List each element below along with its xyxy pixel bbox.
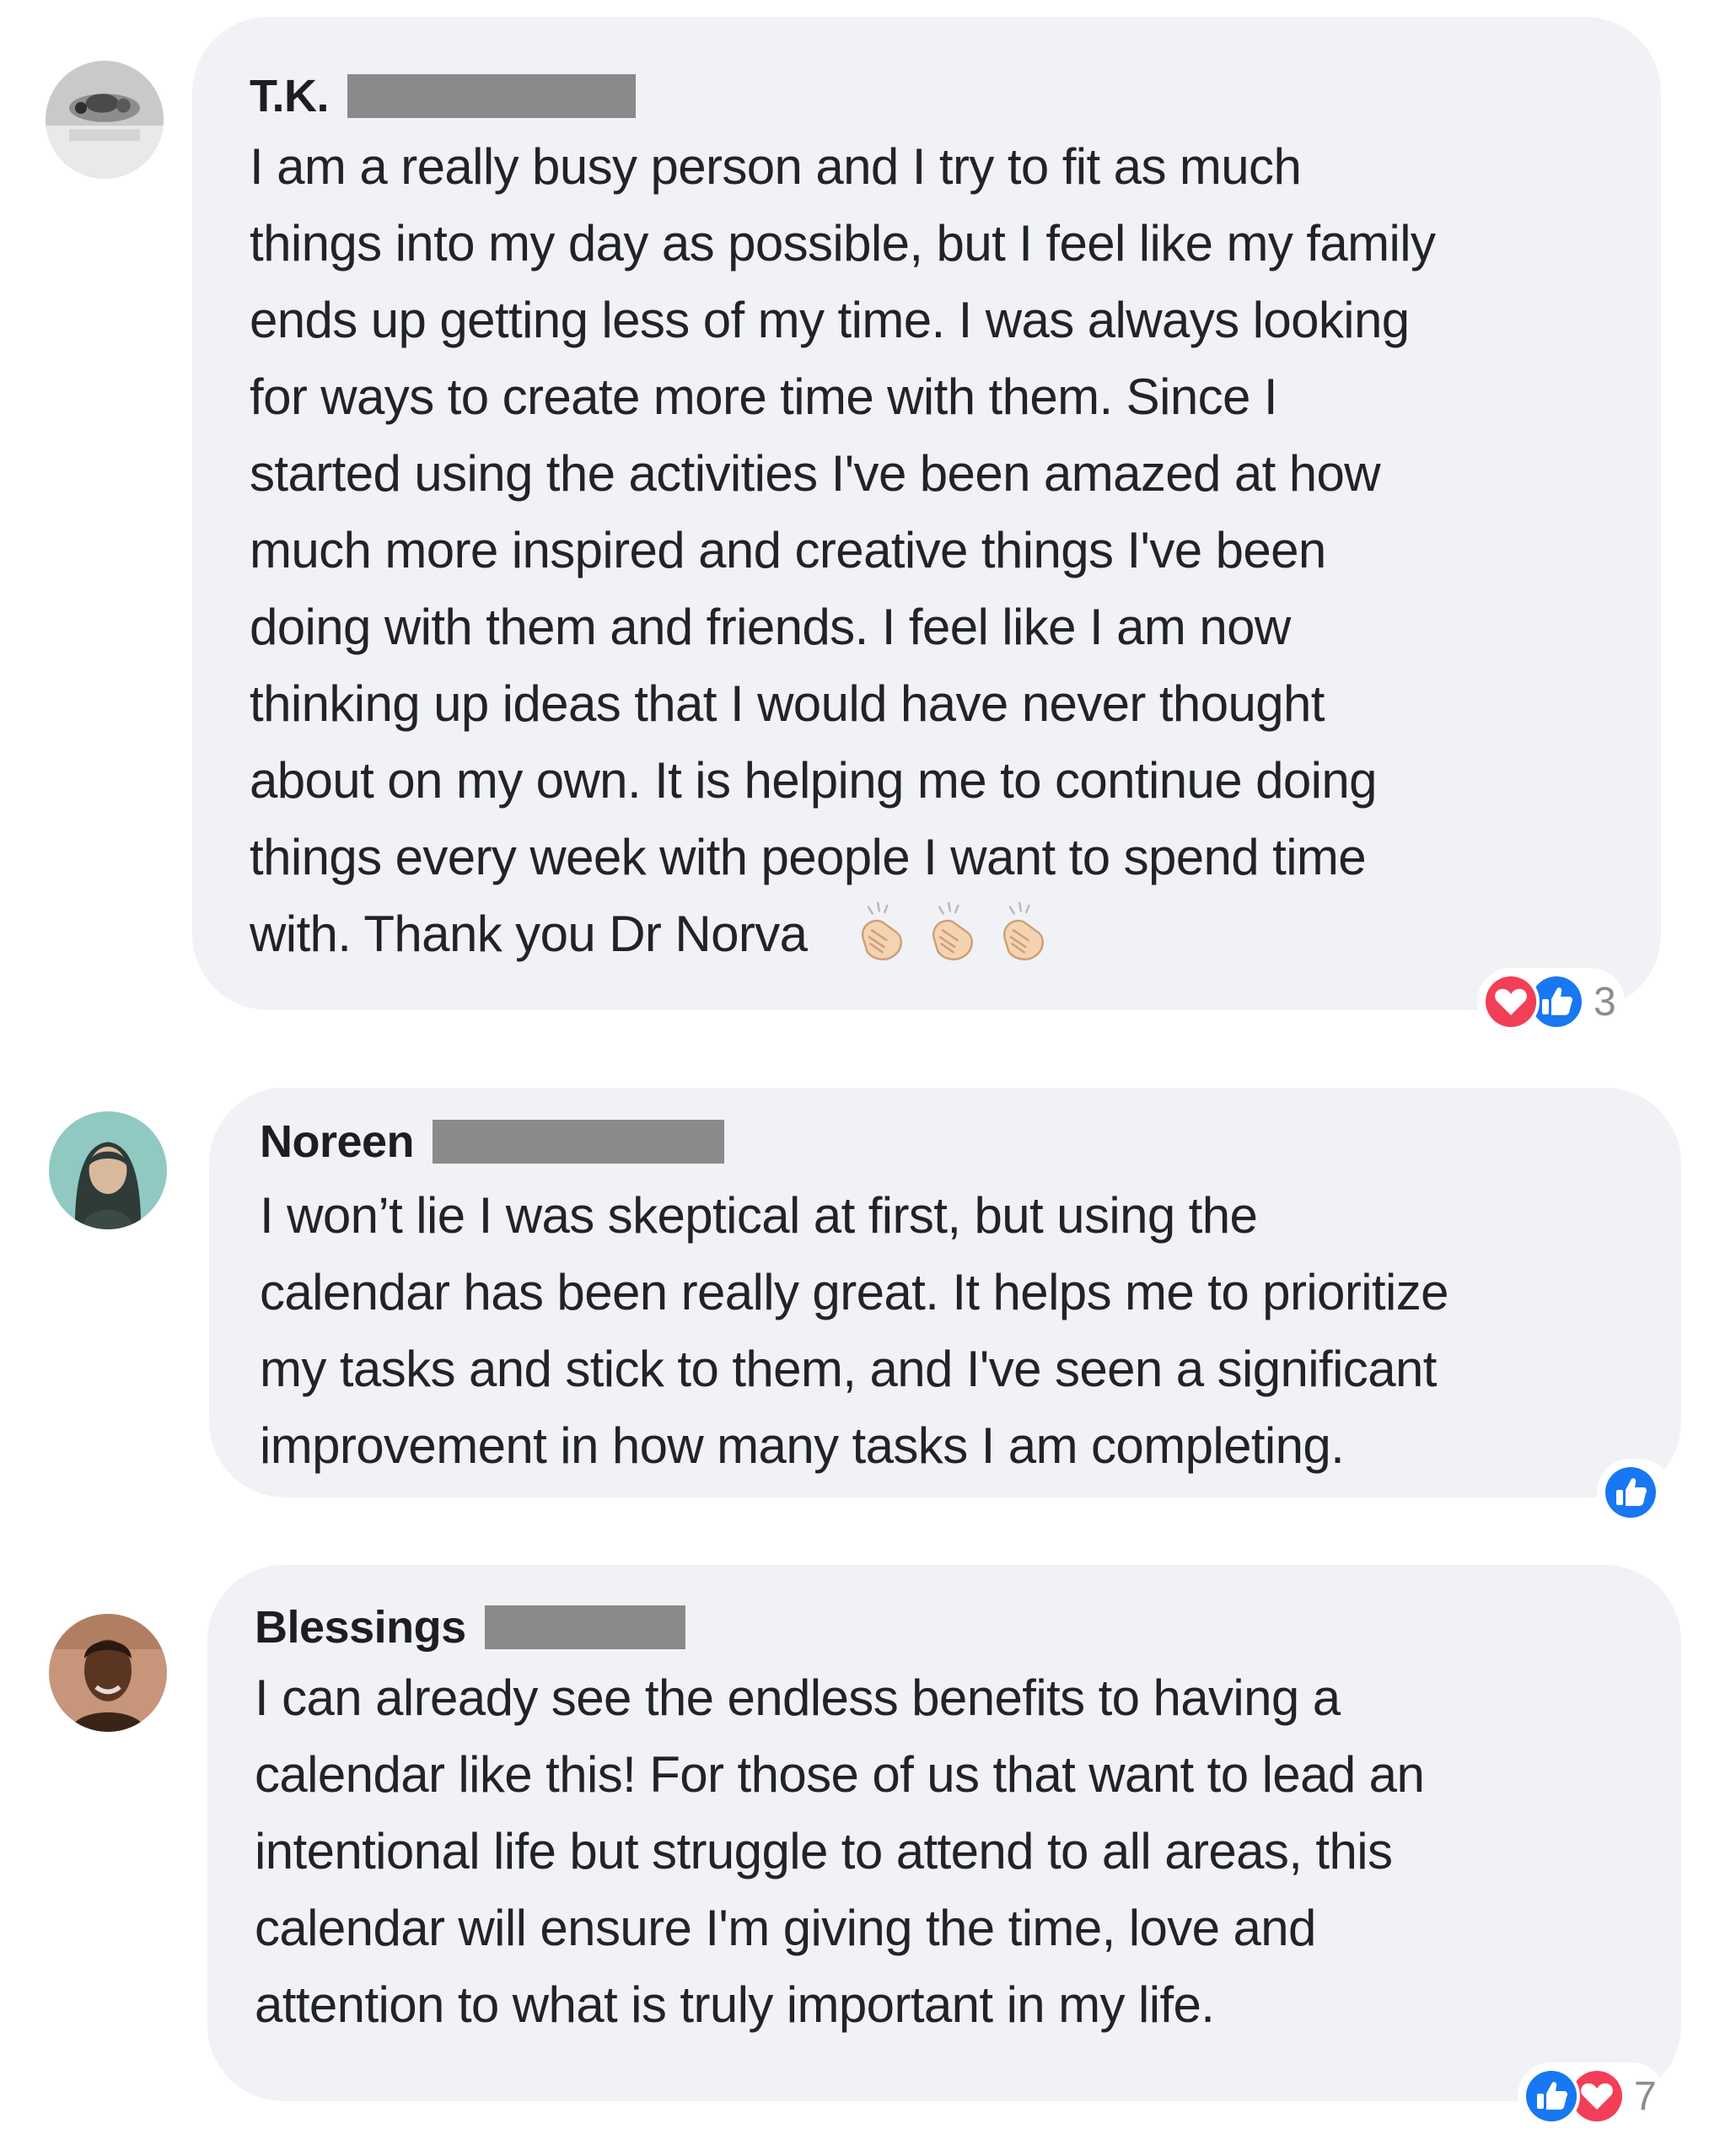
comment-line: improvement in how many tasks I am compl… <box>260 1417 1345 1474</box>
reaction-count: 3 <box>1594 979 1616 1024</box>
comment-author[interactable]: T.K. <box>250 70 330 122</box>
comment-line-text: with. Thank you Dr Norva <box>250 906 808 962</box>
comment-line: I am a really busy person and I try to f… <box>250 138 1302 195</box>
comment-line: my tasks and stick to them, and I've see… <box>260 1341 1437 1397</box>
avatar[interactable] <box>49 1111 167 1229</box>
clapping-hands-icon <box>848 899 916 966</box>
comment-author[interactable]: Blessings <box>255 1601 466 1653</box>
comment-line: much more inspired and creative things I… <box>250 522 1326 578</box>
comment-header: Noreen <box>260 1115 1681 1169</box>
like-reaction-icon <box>1602 1464 1659 1521</box>
clapping-hands-icon <box>919 899 986 966</box>
comment-bubble: Noreen I won’t lie I was skeptical at fi… <box>209 1088 1681 1497</box>
comment-line: doing with them and friends. I feel like… <box>250 599 1291 655</box>
comment-line: I won’t lie I was skeptical at first, bu… <box>260 1187 1258 1244</box>
comment-line: thinking up ideas that I would have neve… <box>250 675 1325 732</box>
comment-line: I can already see the endless benefits t… <box>255 1669 1341 1726</box>
profile-photo-icon <box>46 61 164 179</box>
reaction-summary[interactable]: 3 <box>1477 968 1625 1035</box>
reaction-summary[interactable]: 7 <box>1518 2062 1665 2130</box>
profile-photo-icon <box>49 1614 167 1732</box>
profile-photo-icon <box>49 1111 167 1229</box>
comment-line: for ways to create more time with them. … <box>250 368 1278 425</box>
comment-line: calendar will ensure I'm giving the time… <box>255 1900 1316 1956</box>
comment-line: ends up getting less of my time. I was a… <box>250 292 1410 348</box>
reaction-count: 7 <box>1634 2073 1657 2119</box>
comment-author[interactable]: Noreen <box>260 1116 415 1168</box>
comment-line: things every week with people I want to … <box>250 829 1367 885</box>
comment-line: intentional life but struggle to attend … <box>255 1823 1393 1879</box>
comment-header: T.K. <box>250 69 1661 123</box>
comment-text: I am a really busy person and I try to f… <box>250 128 1661 972</box>
comment-line: calendar has been really great. It helps… <box>260 1264 1449 1320</box>
comment-line: with. Thank you Dr Norva <box>250 895 1661 972</box>
clapping-hands-icon <box>990 899 1057 966</box>
redacted-surname <box>484 1605 685 1649</box>
comment-text: I won’t lie I was skeptical at first, bu… <box>260 1177 1681 1484</box>
like-reaction-icon <box>1523 2067 1580 2125</box>
comment-line: started using the activities I've been a… <box>250 445 1381 502</box>
comment-line: about on my own. It is helping me to con… <box>250 752 1378 809</box>
comment-text: I can already see the endless benefits t… <box>255 1659 1681 2043</box>
avatar[interactable] <box>46 61 164 179</box>
avatar[interactable] <box>49 1614 167 1732</box>
love-reaction-icon <box>1482 973 1540 1030</box>
comment-line: attention to what is truly important in … <box>255 1976 1215 2033</box>
redacted-surname <box>433 1120 725 1164</box>
comment-line: calendar like this! For those of us that… <box>255 1746 1425 1803</box>
comment-bubble: T.K. I am a really busy person and I try… <box>192 17 1661 1010</box>
comment-line: things into my day as possible, but I fe… <box>250 215 1436 272</box>
comment-bubble: Blessings I can already see the endless … <box>207 1565 1681 2101</box>
redacted-surname <box>347 74 637 118</box>
comment-header: Blessings <box>255 1600 1681 1654</box>
reaction-summary[interactable] <box>1597 1459 1673 1526</box>
